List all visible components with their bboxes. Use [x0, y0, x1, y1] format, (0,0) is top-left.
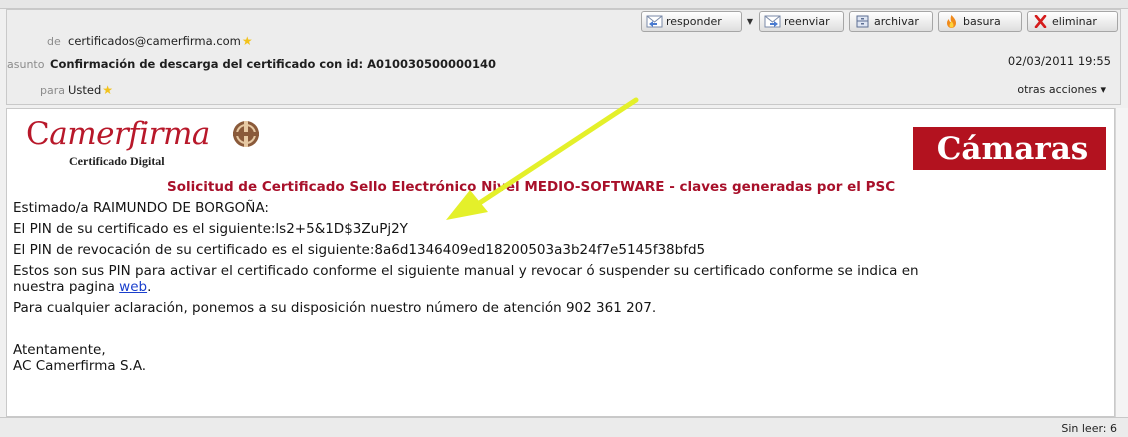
- archive-label: archivar: [874, 15, 919, 28]
- camaras-logo-text: ámaras: [961, 130, 1089, 167]
- reply-label: responder: [666, 15, 722, 28]
- delete-x-icon: [1032, 14, 1049, 29]
- status-bar: Sin leer: 6: [0, 417, 1128, 437]
- closing-line: Atentamente,: [13, 342, 106, 358]
- info-line-2-prefix: nuestra pagina: [13, 279, 120, 295]
- star-icon[interactable]: ★: [102, 83, 113, 97]
- forward-button[interactable]: reenviar: [759, 11, 844, 32]
- forward-icon: [764, 15, 781, 28]
- web-link[interactable]: web: [119, 279, 147, 295]
- info-line-2-suffix: .: [147, 279, 152, 295]
- camerfirma-logo: Camerfirma: [26, 116, 210, 152]
- camaras-logo: Cámaras: [913, 127, 1106, 170]
- flame-icon: [943, 15, 960, 28]
- archive-icon: [854, 15, 871, 28]
- camerfirma-subtitle: Certificado Digital: [69, 154, 165, 168]
- info-line-1: Estos son sus PIN para activar el certif…: [13, 263, 919, 279]
- to-recipient[interactable]: Usted★: [68, 83, 113, 97]
- message-body: Camerfirma Certificado Digital Cámaras S…: [6, 108, 1115, 417]
- to-label: para: [40, 84, 65, 97]
- from-address[interactable]: certificados@camerfirma.com★: [68, 34, 253, 48]
- message-title: Solicitud de Certificado Sello Electróni…: [167, 179, 896, 195]
- delete-button[interactable]: eliminar: [1027, 11, 1118, 32]
- pin-line: El PIN de su certificado es el siguiente…: [13, 221, 408, 237]
- signature-line: AC Camerfirma S.A.: [13, 358, 147, 374]
- window-top-strip: [0, 0, 1128, 9]
- junk-label: basura: [963, 15, 1001, 28]
- camaras-logo-cap: C: [936, 130, 962, 167]
- archive-button[interactable]: archivar: [849, 11, 933, 32]
- camerfirma-logo-text: amerfirma: [49, 116, 210, 152]
- to-recipient-text[interactable]: Usted: [68, 83, 101, 97]
- reply-icon: [646, 15, 663, 28]
- junk-button[interactable]: basura: [938, 11, 1022, 32]
- reply-button[interactable]: responder: [641, 11, 742, 32]
- revocation-pin-line: El PIN de revocación de su certificado e…: [13, 242, 706, 258]
- reply-dropdown-chevron-icon[interactable]: ▼: [744, 11, 756, 32]
- forward-label: reenviar: [784, 15, 830, 28]
- from-label: de: [47, 35, 61, 48]
- subject-label: asunto: [7, 58, 45, 71]
- subject-value: Confirmación de descarga del certificado…: [50, 57, 497, 71]
- from-address-text[interactable]: certificados@camerfirma.com: [68, 34, 241, 48]
- delete-label: eliminar: [1052, 15, 1097, 28]
- info-line-2: nuestra pagina web.: [13, 279, 151, 295]
- message-date: 02/03/2011 19:55: [1007, 54, 1111, 68]
- more-actions-menu[interactable]: otras acciones ▾: [1017, 83, 1106, 96]
- camerfirma-seal-icon: [233, 121, 259, 147]
- star-icon[interactable]: ★: [242, 34, 253, 48]
- camerfirma-logo-cap: C: [26, 116, 50, 152]
- help-line: Para cualquier aclaración, ponemos a su …: [13, 300, 657, 316]
- vertical-scrollbar[interactable]: [1115, 108, 1128, 417]
- greeting-line: Estimado/a RAIMUNDO DE BORGOÑA:: [13, 200, 269, 216]
- unread-count: Sin leer: 6: [1061, 422, 1117, 435]
